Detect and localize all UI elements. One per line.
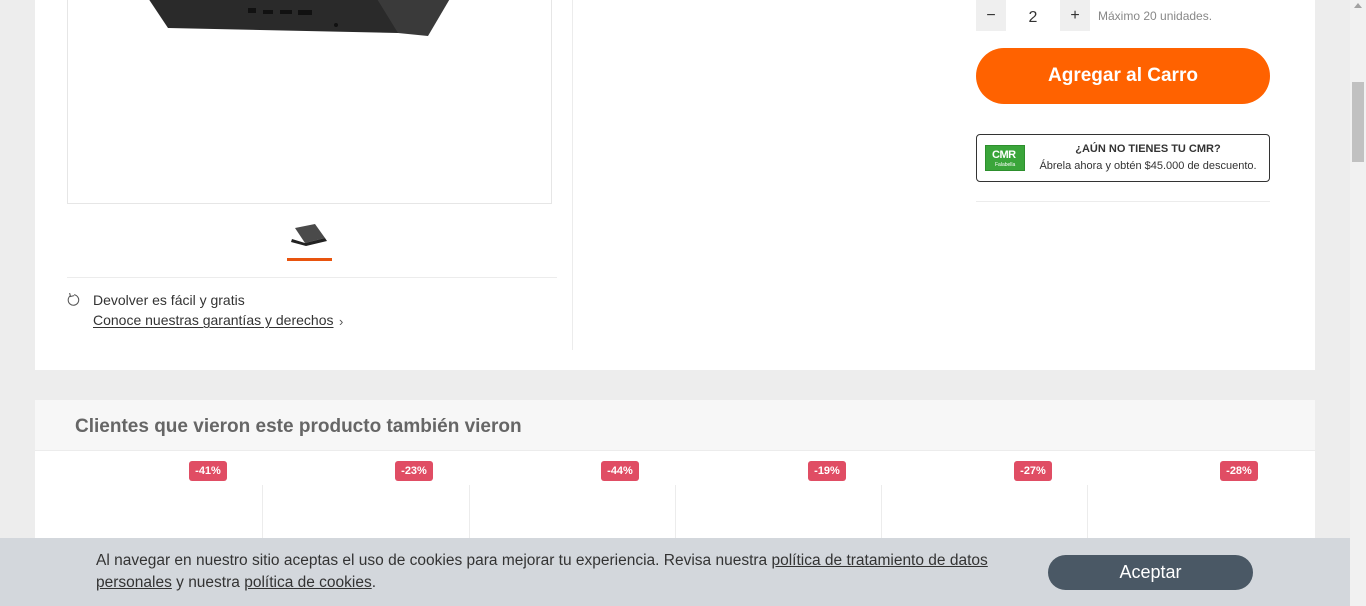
- return-arrow-icon: [67, 293, 80, 306]
- product-image-container: [67, 0, 552, 204]
- thumbnail-active-indicator: [287, 258, 332, 261]
- divider: [976, 201, 1270, 202]
- discount-badge: -28%: [1220, 461, 1258, 481]
- cookie-message: Al navegar en nuestro sitio aceptas el u…: [96, 550, 1016, 594]
- discount-badge: -44%: [601, 461, 639, 481]
- discount-badge: -41%: [189, 461, 227, 481]
- scrollbar-thumb[interactable]: [1352, 82, 1364, 162]
- laptop-thumbnail-icon: [291, 224, 327, 246]
- scroll-up-arrow-icon[interactable]: [1354, 3, 1362, 8]
- returns-title: Devolver es fácil y gratis: [93, 292, 245, 308]
- chevron-right-icon[interactable]: ›: [339, 314, 343, 329]
- quantity-max-note: Máximo 20 unidades.: [1098, 9, 1213, 23]
- cookie-policy-link[interactable]: política de cookies: [244, 574, 372, 591]
- product-thumbnail[interactable]: [287, 216, 332, 261]
- discount-badge: -27%: [1014, 461, 1052, 481]
- cookie-text-part: Al navegar en nuestro sitio aceptas el u…: [96, 552, 772, 569]
- accept-cookies-button[interactable]: Aceptar: [1048, 555, 1253, 590]
- product-image: [149, 0, 450, 36]
- cookie-text-part: .: [371, 574, 377, 591]
- cookie-text-part: y nuestra: [171, 574, 245, 591]
- cookie-banner: Al navegar en nuestro sitio aceptas el u…: [0, 538, 1350, 606]
- quantity-increase-button[interactable]: +: [1060, 0, 1090, 31]
- recommendations-header: Clientes que vieron este producto tambié…: [35, 400, 1315, 451]
- cmr-card-banner[interactable]: CMR Falabella ¿AÚN NO TIENES TU CMR? Ábr…: [976, 134, 1270, 182]
- cmr-banner-title: ¿AÚN NO TIENES TU CMR?: [1075, 143, 1221, 155]
- page-scrollbar[interactable]: [1350, 0, 1366, 606]
- divider: [67, 277, 557, 278]
- recommendations-title: Clientes que vieron este producto tambié…: [75, 416, 522, 437]
- quantity-input[interactable]: 2: [1006, 0, 1060, 31]
- warranty-rights-link[interactable]: Conoce nuestras garantías y derechos: [93, 312, 333, 328]
- discount-badge: -23%: [395, 461, 433, 481]
- quantity-decrease-button[interactable]: −: [976, 0, 1006, 31]
- cmr-banner-subtitle: Ábrela ahora y obtén $45.000 de descuent…: [1039, 160, 1257, 172]
- column-divider: [572, 0, 573, 350]
- discount-badge: -19%: [808, 461, 846, 481]
- add-to-cart-button[interactable]: Agregar al Carro: [976, 48, 1270, 104]
- product-card: Devolver es fácil y gratis Conoce nuestr…: [35, 0, 1315, 370]
